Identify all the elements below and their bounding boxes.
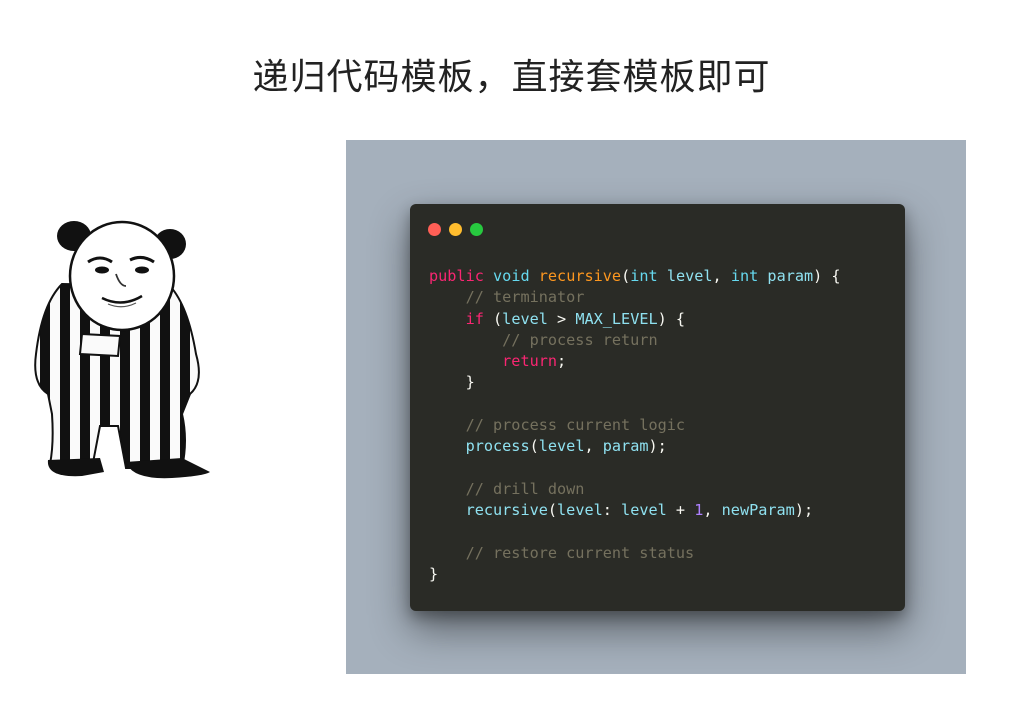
- minimize-dot: [449, 223, 462, 236]
- code-token: // restore current status: [465, 543, 695, 562]
- code-line: // drill down: [429, 479, 841, 500]
- code-token: }: [429, 565, 439, 584]
- code-token: ) {: [813, 267, 841, 285]
- code-token: level: [666, 267, 713, 285]
- code-token: ) {: [657, 309, 686, 328]
- code-token: 1: [694, 501, 704, 520]
- code-token: (: [547, 501, 558, 520]
- code-token: param: [602, 437, 649, 456]
- code-window: public void recursive(int level, int par…: [410, 204, 905, 611]
- code-token: ;: [557, 352, 567, 371]
- code-token: MAX_LEVEL: [575, 309, 658, 328]
- code-line: return;: [429, 351, 841, 372]
- code-token: int: [730, 267, 759, 285]
- code-token: :: [602, 501, 622, 520]
- code-token: }: [465, 373, 475, 392]
- code-line: public void recursive(int level, int par…: [429, 266, 841, 287]
- code-line: // process current logic: [429, 415, 841, 436]
- code-token: (: [529, 437, 539, 456]
- code-token: ,: [584, 437, 603, 456]
- code-token: // process return: [502, 330, 658, 349]
- code-token: process: [465, 437, 530, 456]
- code-token: );: [794, 501, 814, 520]
- code-token: );: [648, 437, 667, 456]
- maximize-dot: [470, 223, 483, 236]
- code-token: >: [547, 309, 576, 328]
- slide-title: 递归代码模板，直接套模板即可: [252, 57, 771, 98]
- code-token: param: [767, 267, 814, 285]
- code-token: int: [630, 267, 658, 285]
- code-token: (: [483, 309, 503, 328]
- code-token: void: [493, 267, 530, 285]
- close-dot: [428, 223, 441, 236]
- code-token: level: [502, 309, 548, 328]
- code-block: public void recursive(int level, int par…: [429, 266, 841, 585]
- code-token: public: [429, 267, 484, 285]
- panda-meme-drawing: [34, 220, 210, 479]
- code-token: level: [621, 501, 667, 520]
- code-token: +: [666, 501, 695, 520]
- code-line: }: [429, 372, 841, 393]
- code-token: // process current logic: [465, 416, 686, 435]
- code-line: recursive(level: level + 1, newParam);: [429, 500, 841, 521]
- code-token: recursive: [465, 501, 548, 520]
- code-line: // process return: [429, 330, 841, 351]
- code-token: if: [465, 309, 484, 328]
- code-line: // terminator: [429, 287, 841, 308]
- code-token: ,: [712, 267, 731, 285]
- code-token: newParam: [721, 501, 795, 520]
- code-token: // drill down: [465, 479, 585, 498]
- code-token: recursive: [538, 267, 622, 285]
- code-token: ,: [703, 501, 722, 520]
- code-token: (: [621, 267, 631, 285]
- code-line: // restore current status: [429, 543, 841, 564]
- code-line: }: [429, 564, 841, 585]
- code-line: process(level, param);: [429, 436, 841, 457]
- code-token: level: [557, 501, 603, 520]
- code-token: // terminator: [465, 288, 585, 307]
- code-token: return: [502, 352, 558, 371]
- window-controls: [428, 223, 491, 237]
- code-line: if (level > MAX_LEVEL) {: [429, 309, 841, 330]
- panda-meme-image: [22, 214, 217, 486]
- code-token: level: [538, 437, 585, 456]
